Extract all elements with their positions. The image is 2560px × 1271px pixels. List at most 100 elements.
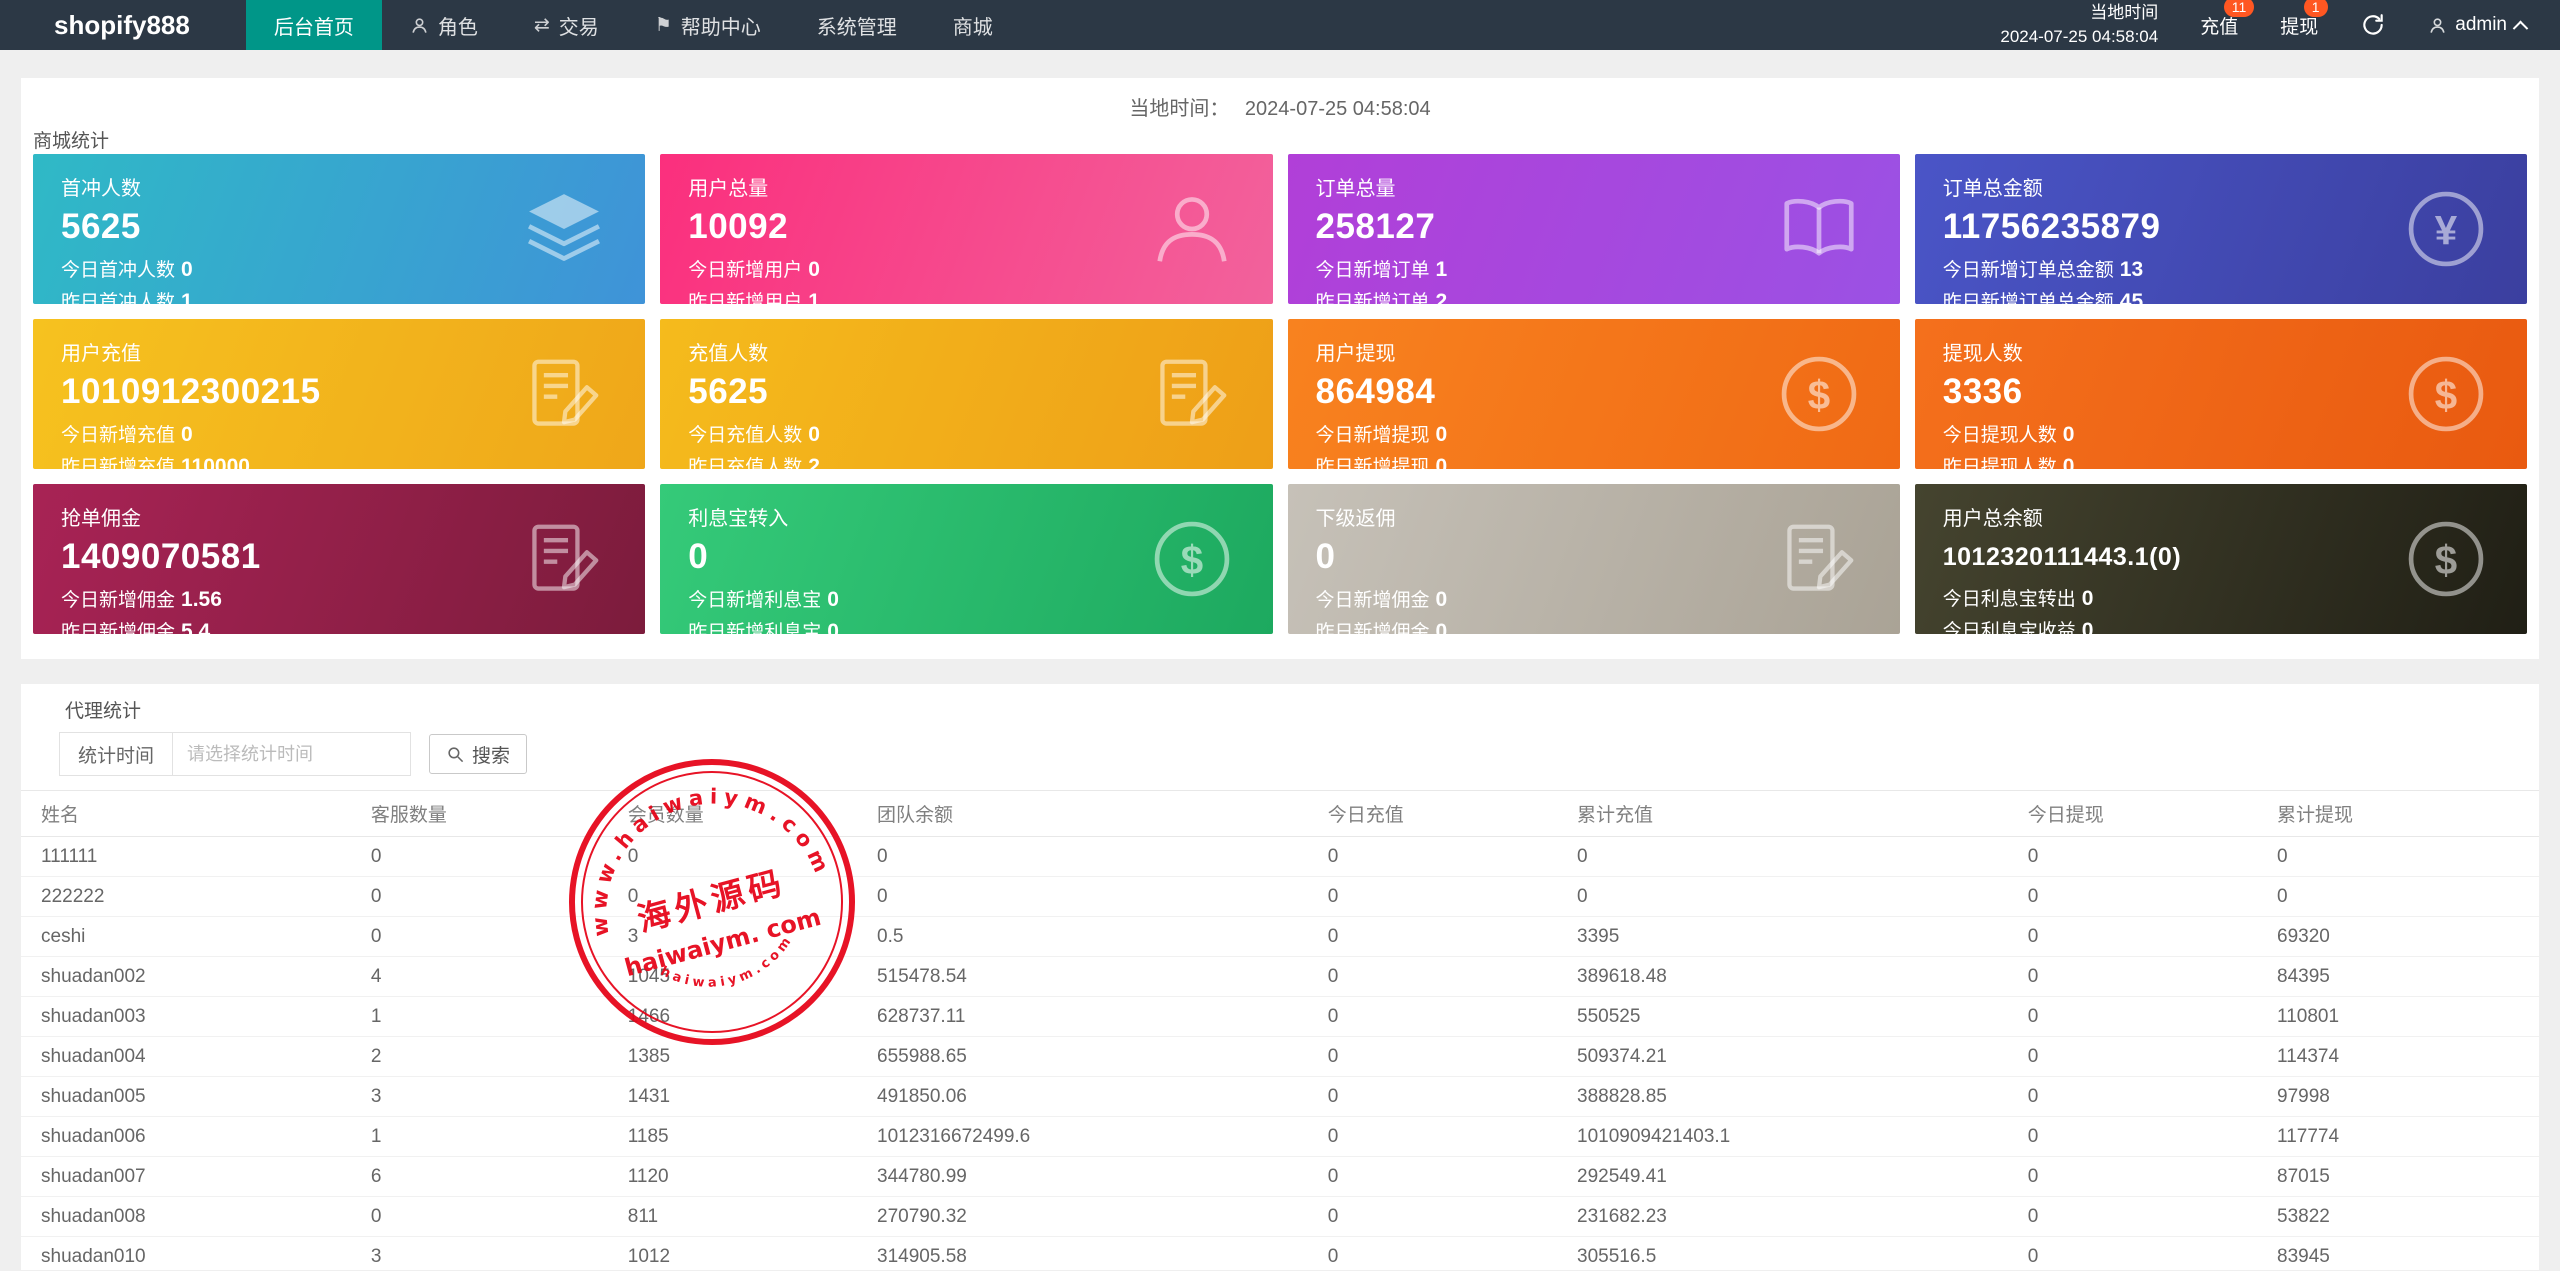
cell-total-recharge: 388828.85	[1567, 1076, 2018, 1117]
table-row: shuadan006 1 1185 1012316672499.6 0 1010…	[21, 1116, 2539, 1157]
stat-time-input[interactable]	[173, 732, 412, 776]
cell-today-recharge: 0	[1317, 1236, 1568, 1270]
stat-card: 利息宝转入 0 今日新增利息宝 0 昨日新增利息宝 0 $	[660, 484, 1273, 634]
cell-total-withdraw: 69320	[2267, 916, 2539, 957]
stat-card: 用户总量 10092 今日新增用户 0 昨日新增用户 1	[660, 154, 1273, 304]
cell-member-count: 1045	[617, 956, 868, 997]
recharge-label: 充值	[2200, 16, 2239, 38]
card-line2-value: 0	[2062, 455, 2075, 469]
stat-card: 下级返佣 0 今日新增佣金 0 昨日新增佣金 0	[1287, 484, 1900, 634]
nav-item-system-admin[interactable]: 系统管理	[789, 0, 925, 50]
local-time-label: 当地时间	[2090, 3, 2159, 23]
card-line2-value: 1	[181, 290, 193, 304]
admin-menu[interactable]: admin	[2428, 14, 2529, 36]
main-nav: 后台首页 角色 ⇄ 交易 ⚑ 帮助中心 系统管理 商城	[245, 0, 1021, 50]
stat-card: 抢单佣金 1409070581 今日新增佣金 1.56 昨日新增佣金 5.4	[33, 484, 646, 634]
card-line2-value: 0	[1435, 455, 1448, 469]
cell-team-balance: 0.5	[867, 916, 1318, 957]
card-line1-label: 今日首冲人数	[61, 260, 176, 281]
dollar-circle-icon: $	[2403, 516, 2489, 602]
cell-name: shuadan007	[21, 1156, 361, 1197]
cell-today-withdraw: 0	[2017, 1236, 2268, 1270]
cell-cs-count: 0	[360, 1196, 618, 1237]
withdraw-link[interactable]: 提现 1	[2280, 0, 2328, 39]
search-button-label: 搜索	[472, 745, 511, 767]
cell-name: shuadan005	[21, 1076, 361, 1117]
withdraw-label: 提现	[2280, 16, 2319, 38]
note-pen-icon	[1776, 516, 1862, 602]
col-header-cs-count: 客服数量	[360, 790, 618, 837]
col-header-total-recharge: 累计充值	[1567, 790, 2018, 837]
cell-total-recharge: 0	[1567, 836, 2018, 877]
cell-team-balance: 0	[867, 876, 1318, 917]
card-line2-label: 昨日新增订单总金额	[1942, 292, 2114, 304]
search-button[interactable]: 搜索	[429, 734, 528, 774]
flag-icon: ⚑	[654, 14, 672, 36]
agent-stats-title: 代理统计	[65, 701, 142, 722]
stat-card: 用户提现 864984 今日新增提现 0 昨日新增提现 0 $	[1287, 319, 1900, 469]
nav-item-help-center[interactable]: ⚑ 帮助中心	[627, 0, 789, 50]
refresh-icon[interactable]	[2360, 12, 2386, 38]
recharge-link[interactable]: 充值 11	[2200, 0, 2255, 39]
cell-today-recharge: 0	[1317, 956, 1568, 997]
cell-team-balance: 344780.99	[867, 1156, 1318, 1197]
card-line2-value: 45	[2119, 290, 2144, 304]
cell-today-recharge: 0	[1317, 1156, 1568, 1197]
card-line: 昨日新增佣金 5.4	[61, 617, 617, 634]
cell-today-withdraw: 0	[2017, 1036, 2268, 1077]
col-header-today-recharge: 今日充值	[1317, 790, 1568, 837]
card-line2-label: 昨日充值人数	[688, 457, 803, 469]
nav-item-label: 角色	[437, 16, 478, 39]
cell-total-recharge: 305516.5	[1567, 1236, 2018, 1270]
agent-stats-panel: 代理统计 统计时间 搜索 姓名 客服数量 会员数量 团队余额 今日充值 累计充值…	[21, 684, 2539, 1270]
cell-name: ceshi	[21, 916, 361, 957]
agent-filter-row: 统计时间 搜索	[59, 732, 2539, 776]
nav-item-dashboard[interactable]: 后台首页	[245, 0, 382, 50]
table-row: 111111 0 0 0 0 0 0 0	[21, 836, 2539, 877]
note-pen-icon	[1149, 351, 1235, 437]
recharge-badge: 11	[2223, 0, 2255, 17]
exchange-icon: ⇄	[533, 14, 550, 36]
col-header-today-withdraw: 今日提现	[2017, 790, 2268, 837]
card-line1-label: 今日新增订单总金额	[1942, 260, 2114, 281]
nav-item-trade[interactable]: ⇄ 交易	[506, 0, 627, 50]
nav-item-label: 系统管理	[816, 16, 897, 39]
cell-today-withdraw: 0	[2017, 1156, 2268, 1197]
cell-member-count: 1120	[617, 1156, 868, 1197]
stat-card: 提现人数 3336 今日提现人数 0 昨日提现人数 0 $	[1914, 319, 2527, 469]
user-icon	[1149, 186, 1235, 272]
svg-text:$: $	[1180, 538, 1202, 583]
card-line2-value: 110000	[181, 455, 250, 469]
cell-team-balance: 0	[867, 836, 1318, 877]
cell-member-count: 1431	[617, 1076, 868, 1117]
cell-member-count: 0	[617, 876, 868, 917]
card-line: 昨日新增佣金 0	[1316, 617, 1872, 634]
card-line1-value: 0	[1435, 588, 1448, 611]
cell-member-count: 0	[617, 836, 868, 877]
card-line2-label: 昨日新增用户	[688, 292, 803, 304]
card-line1-value: 1	[1435, 258, 1448, 281]
nav-item-mall[interactable]: 商城	[925, 0, 1021, 50]
cell-cs-count: 4	[360, 956, 618, 997]
agent-table: 姓名 客服数量 会员数量 团队余额 今日充值 累计充值 今日提现 累计提现 11…	[21, 790, 2539, 1270]
card-line2-value: 0	[1435, 620, 1448, 634]
cell-team-balance: 628737.11	[867, 996, 1318, 1037]
card-line2-label: 昨日首冲人数	[61, 292, 176, 304]
nav-item-roles[interactable]: 角色	[382, 0, 506, 50]
cell-total-recharge: 3395	[1567, 916, 2018, 957]
cell-today-recharge: 0	[1317, 1116, 1568, 1157]
cell-cs-count: 1	[360, 996, 618, 1037]
yen-circle-icon: ¥	[2403, 186, 2489, 272]
table-row: shuadan002 4 1045 515478.54 0 389618.48 …	[21, 956, 2539, 997]
cell-today-withdraw: 0	[2017, 836, 2268, 877]
cell-total-recharge: 292549.41	[1567, 1156, 2018, 1197]
card-line1-value: 0	[808, 423, 820, 446]
card-line1-label: 今日提现人数	[1942, 425, 2057, 446]
cell-member-count: 1185	[617, 1116, 868, 1157]
card-line: 昨日新增用户 1	[688, 287, 1244, 304]
nav-item-label: 交易	[558, 16, 599, 39]
table-header-row: 姓名 客服数量 会员数量 团队余额 今日充值 累计充值 今日提现 累计提现	[21, 790, 2539, 837]
cell-total-recharge: 1010909421403.1	[1567, 1116, 2018, 1157]
cell-today-recharge: 0	[1317, 1036, 1568, 1077]
navbar-local-time: 当地时间 2024-07-25 04:58:04	[2000, 1, 2158, 49]
